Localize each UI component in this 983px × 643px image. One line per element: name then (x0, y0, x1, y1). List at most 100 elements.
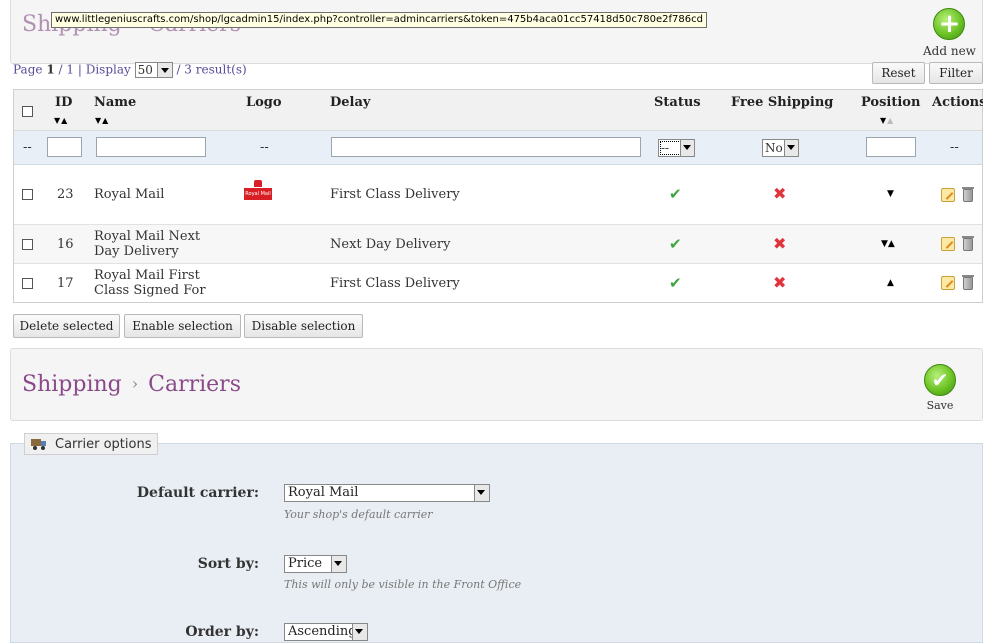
carrier-options-legend: Carrier options (24, 433, 159, 455)
sort-by-label: Sort by: (197, 556, 259, 572)
row-checkbox[interactable] (22, 239, 33, 250)
sort-position: ▼▲ (880, 116, 894, 125)
sort-by-hint: This will only be visible in the Front O… (284, 578, 522, 591)
cross-icon[interactable]: ✖ (773, 184, 786, 203)
page-prefix: Page (13, 62, 43, 77)
check-icon[interactable]: ✔ (669, 235, 682, 253)
disable-selection-button[interactable]: Disable selection (244, 314, 363, 338)
breadcrumb-shipping[interactable]: Shipping (22, 372, 122, 397)
filter-name-input[interactable] (96, 137, 206, 157)
edit-icon[interactable] (941, 188, 955, 202)
filter-id-input[interactable] (47, 137, 82, 157)
chevron-down-icon (787, 145, 795, 150)
delete-icon[interactable] (962, 275, 974, 290)
select-all-checkbox[interactable] (22, 106, 33, 117)
position-arrows[interactable]: ▲ (887, 278, 894, 288)
row-id: 23 (57, 187, 74, 202)
row-delay: First Class Delivery (330, 276, 460, 291)
filter-logo-placeholder: -- (260, 140, 269, 155)
default-carrier-hint: Your shop's default carrier (284, 508, 433, 521)
total-pages[interactable]: 1 (66, 63, 74, 77)
header-delay: Delay (330, 95, 371, 110)
row-name: Royal Mail Next Day Delivery (94, 229, 200, 259)
delete-selected-button[interactable]: Delete selected (13, 314, 120, 338)
save-button[interactable]: ✔ Save (924, 364, 956, 412)
row-name: Royal Mail First Class Signed For (94, 268, 206, 298)
default-carrier-value: Royal Mail (288, 485, 359, 500)
table-header: ID ▼▲ Name ▼▲ Logo Delay Status Free Shi… (14, 90, 983, 131)
position-arrows[interactable]: ▼ (887, 189, 894, 199)
filter-button[interactable]: Filter (929, 62, 983, 84)
sort-id: ▼▲ (54, 116, 68, 125)
filter-free-shipping-select[interactable]: No (762, 139, 799, 157)
filter-free-shipping-value: No (765, 141, 783, 155)
row-delay: First Class Delivery (330, 187, 460, 202)
page-title: Shipping › Carriers (22, 372, 241, 397)
header-id: ID (55, 95, 73, 110)
reset-button[interactable]: Reset (872, 62, 925, 84)
table-row[interactable]: 17 Royal Mail First Class Signed For Fir… (14, 264, 982, 303)
order-by-value: Ascending (288, 624, 357, 639)
results-count: / 3 result(s) (176, 62, 247, 77)
top-toolbar: Shipping›Carriers + Add new (10, 0, 983, 64)
default-carrier-label: Default carrier: (136, 485, 259, 501)
pagination-pipe: | (77, 62, 82, 77)
add-icon: + (933, 8, 966, 40)
url-tooltip: www.littlegeniuscrafts.com/shop/lgcadmin… (51, 12, 707, 28)
carrier-options-panel (10, 443, 983, 643)
add-new-button[interactable]: + Add new (923, 8, 976, 58)
row-delay: Next Day Delivery (330, 237, 451, 252)
check-icon[interactable]: ✔ (669, 185, 682, 203)
position-arrows[interactable]: ▼▲ (881, 239, 895, 249)
sort-asc-icon[interactable]: ▲ (61, 116, 68, 125)
per-page-select[interactable]: 50 (134, 62, 173, 78)
pagination: Page 1 / 1 | Display 50 / 3 result(s) (13, 62, 247, 78)
filter-delay-input[interactable] (331, 137, 641, 157)
display-label: Display (85, 62, 131, 77)
carrier-options-title: Carrier options (55, 436, 152, 452)
order-by-select[interactable]: Ascending (284, 623, 368, 641)
bottom-toolbar: Shipping › Carriers ✔ Save (10, 348, 983, 421)
header-name: Name (94, 95, 137, 110)
cross-icon[interactable]: ✖ (773, 234, 786, 253)
chevron-down-icon (477, 490, 485, 495)
sort-by-select[interactable]: Price (284, 555, 347, 573)
current-page: 1 (46, 62, 55, 77)
delete-icon[interactable] (962, 187, 974, 202)
row-name-line2: Class Signed For (94, 283, 206, 298)
save-label: Save (926, 399, 954, 412)
filter-row: -- -- -- No -- (14, 131, 982, 165)
delete-icon[interactable] (962, 236, 974, 251)
row-checkbox[interactable] (22, 189, 33, 200)
filter-position-input[interactable] (866, 137, 916, 157)
sort-name: ▼▲ (95, 116, 109, 125)
table-row[interactable]: 16 Royal Mail Next Day Delivery Next Day… (14, 225, 982, 264)
filter-status-select[interactable]: -- (658, 139, 695, 157)
header-free-shipping: Free Shipping (731, 95, 834, 110)
sort-by-value: Price (288, 556, 323, 571)
breadcrumb-separator: › (131, 374, 139, 393)
table-row[interactable]: 23 Royal Mail Royal Mail First Class Del… (14, 165, 982, 225)
filter-status-value: -- (661, 141, 670, 155)
row-id: 17 (57, 276, 74, 291)
edit-icon[interactable] (941, 237, 955, 251)
chevron-down-icon (683, 145, 691, 150)
check-icon[interactable]: ✔ (669, 274, 682, 292)
cross-icon[interactable]: ✖ (773, 273, 786, 292)
header-actions: Actions (932, 95, 983, 110)
row-name-line2: Day Delivery (94, 244, 179, 259)
royal-mail-logo: Royal Mail (244, 180, 272, 206)
sort-asc-icon[interactable]: ▲ (887, 116, 894, 125)
enable-selection-button[interactable]: Enable selection (124, 314, 241, 338)
row-checkbox[interactable] (22, 278, 33, 289)
header-status: Status (654, 95, 701, 110)
edit-icon[interactable] (941, 276, 955, 290)
header-position: Position (861, 95, 921, 110)
per-page-value: 50 (137, 63, 153, 77)
default-carrier-select[interactable]: Royal Mail (284, 484, 490, 502)
add-new-label: Add new (923, 44, 976, 58)
filter-checkbox-placeholder: -- (23, 140, 32, 155)
breadcrumb-carriers[interactable]: Carriers (148, 372, 241, 397)
sort-asc-icon[interactable]: ▲ (102, 116, 109, 125)
filter-actions-placeholder: -- (950, 140, 959, 155)
